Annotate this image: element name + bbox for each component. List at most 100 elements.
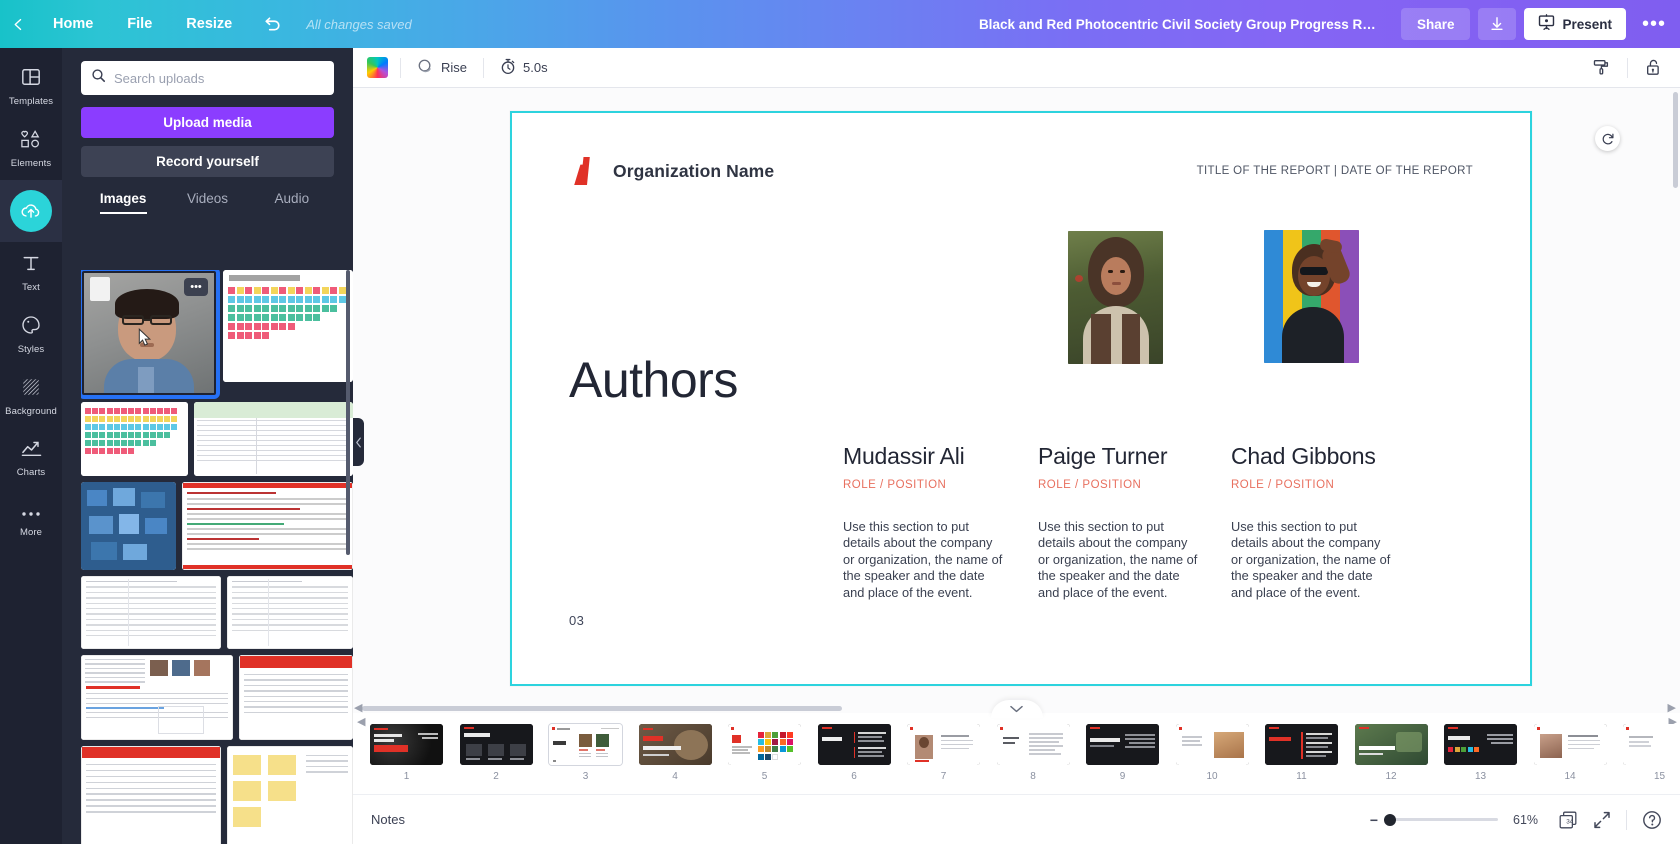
slide-thumb-image[interactable] bbox=[638, 724, 712, 765]
slide-canvas[interactable]: Organization Name TITLE OF THE REPORT | … bbox=[510, 111, 1532, 686]
canvas-horizontal-scrollbar[interactable] bbox=[362, 706, 842, 711]
upload-thumb-doc-3[interactable] bbox=[227, 576, 353, 649]
slide-thumb-image[interactable] bbox=[1175, 724, 1249, 765]
help-button[interactable] bbox=[1642, 810, 1662, 830]
download-button[interactable] bbox=[1478, 8, 1517, 40]
upload-thumb-doc-1[interactable] bbox=[194, 402, 353, 476]
lock-button[interactable] bbox=[1640, 58, 1666, 77]
uploads-row bbox=[81, 402, 353, 476]
uploads-row bbox=[81, 482, 353, 570]
sidebar-item-elements[interactable]: Elements bbox=[0, 118, 62, 180]
slide-thumb-5[interactable]: 5 bbox=[728, 724, 801, 782]
back-button[interactable] bbox=[0, 0, 36, 48]
present-button[interactable]: Present bbox=[1524, 8, 1626, 40]
tab-images[interactable]: Images bbox=[81, 191, 165, 214]
uploads-scrollbar[interactable] bbox=[346, 270, 350, 555]
slide-thumb-image[interactable] bbox=[1086, 724, 1159, 765]
sidebar-item-uploads[interactable] bbox=[0, 180, 62, 242]
zoom-out-button[interactable]: − bbox=[1370, 812, 1378, 828]
slide-thumb-image[interactable] bbox=[1265, 724, 1338, 765]
slide-thumb-13[interactable]: 13 bbox=[1444, 724, 1517, 782]
filmstrip-scroll-left[interactable]: ◀ bbox=[357, 715, 365, 728]
slide-thumb-image[interactable] bbox=[1623, 724, 1680, 765]
upload-thumb-redhead[interactable] bbox=[239, 655, 353, 740]
canvas-area[interactable]: Organization Name TITLE OF THE REPORT | … bbox=[353, 88, 1680, 714]
grid-view-button[interactable]: 34 bbox=[1558, 810, 1578, 830]
slide-thumb-image[interactable] bbox=[728, 724, 801, 765]
upload-thumb-redhead-2[interactable] bbox=[81, 746, 221, 844]
sidebar-label-templates: Templates bbox=[8, 96, 54, 107]
author-photo-2[interactable] bbox=[1068, 231, 1163, 364]
slide-thumb-image[interactable] bbox=[459, 724, 533, 765]
share-button[interactable]: Share bbox=[1400, 8, 1471, 40]
slide-thumb-3[interactable]: 3 bbox=[549, 724, 622, 782]
undo-button[interactable] bbox=[249, 0, 296, 48]
slide-thumb-10[interactable]: 10 bbox=[1175, 724, 1249, 782]
author-card-1[interactable]: Mudassir Ali ROLE / POSITION Use this se… bbox=[843, 443, 1018, 601]
slide-thumb-image[interactable] bbox=[907, 724, 980, 765]
sidebar-item-charts[interactable]: Charts bbox=[0, 428, 62, 490]
rainbow-color-swatch[interactable] bbox=[367, 57, 388, 78]
slide-thumb-1[interactable]: 1 bbox=[370, 724, 443, 782]
file-menu[interactable]: File bbox=[110, 0, 169, 48]
slide-thumb-8[interactable]: 8 bbox=[996, 724, 1070, 782]
tab-audio[interactable]: Audio bbox=[250, 191, 334, 214]
author-card-2[interactable]: Paige Turner ROLE / POSITION Use this se… bbox=[1038, 443, 1213, 601]
slide-thumb-image[interactable] bbox=[1533, 724, 1607, 765]
slide-thumb-image[interactable] bbox=[996, 724, 1070, 765]
upload-thumb-periodic-1[interactable] bbox=[223, 270, 353, 382]
author-photo-3[interactable] bbox=[1264, 230, 1359, 363]
upload-thumb-mixed[interactable] bbox=[81, 655, 233, 740]
slide-thumb-image[interactable] bbox=[1354, 724, 1428, 765]
upload-thumb-doc-2[interactable] bbox=[81, 576, 221, 649]
sidebar-item-background[interactable]: Background bbox=[0, 366, 62, 428]
slide-thumb-14[interactable]: 14 bbox=[1533, 724, 1607, 782]
upload-thumb-periodic-2[interactable] bbox=[81, 402, 188, 476]
upload-thumb-selected[interactable]: ••• bbox=[81, 270, 220, 399]
slide-thumb-7[interactable]: 7 bbox=[907, 724, 980, 782]
duration-button[interactable]: 5.0s bbox=[496, 58, 552, 78]
record-yourself-button[interactable]: Record yourself bbox=[81, 146, 334, 177]
slide-thumb-11[interactable]: 11 bbox=[1265, 724, 1338, 782]
author-card-3[interactable]: Chad Gibbons ROLE / POSITION Use this se… bbox=[1231, 443, 1406, 601]
slide-number: 1 bbox=[403, 771, 410, 782]
tab-videos[interactable]: Videos bbox=[165, 191, 249, 214]
sidebar-item-text[interactable]: Text bbox=[0, 242, 62, 304]
sidebar-item-templates[interactable]: Templates bbox=[0, 56, 62, 118]
slide-thumb-image[interactable] bbox=[817, 724, 891, 765]
fullscreen-button[interactable] bbox=[1593, 811, 1611, 829]
paint-roller-button[interactable] bbox=[1588, 58, 1615, 77]
home-menu[interactable]: Home bbox=[36, 0, 110, 48]
more-options-button[interactable]: ••• bbox=[1634, 4, 1674, 44]
upload-media-button[interactable]: Upload media bbox=[81, 107, 334, 138]
filmstrip-collapse-button[interactable] bbox=[990, 700, 1043, 718]
search-uploads-field[interactable] bbox=[81, 61, 334, 95]
slide-thumb-2[interactable]: 2 bbox=[459, 724, 533, 782]
slide-thumb-12[interactable]: 12 bbox=[1354, 724, 1428, 782]
sidebar-item-more[interactable]: More bbox=[0, 490, 62, 552]
canvas-vertical-scrollbar[interactable] bbox=[1673, 92, 1678, 188]
notes-button[interactable]: Notes bbox=[371, 812, 405, 827]
zoom-slider[interactable]: − bbox=[1370, 812, 1498, 828]
upload-thumb-yellow-notes[interactable] bbox=[227, 746, 353, 844]
rotate-handle[interactable] bbox=[1595, 126, 1620, 151]
collapse-panel-button[interactable] bbox=[353, 418, 364, 466]
upload-thumb-redtable[interactable] bbox=[182, 482, 353, 570]
zoom-knob[interactable] bbox=[1384, 813, 1396, 826]
slide-thumb-image-current[interactable] bbox=[549, 724, 622, 765]
upload-thumb-sticky-notes[interactable] bbox=[81, 482, 176, 570]
search-input[interactable] bbox=[114, 70, 324, 86]
uploads-grid: ••• bbox=[81, 270, 353, 844]
sidebar-item-styles[interactable]: Styles bbox=[0, 304, 62, 366]
slide-number: 11 bbox=[1296, 771, 1307, 782]
slide-thumb-6[interactable]: 6 bbox=[817, 724, 891, 782]
slide-thumb-15[interactable]: 15 bbox=[1623, 724, 1680, 782]
slide-thumb-4[interactable]: 4 bbox=[638, 724, 712, 782]
document-title[interactable]: Black and Red Photocentric Civil Society… bbox=[979, 17, 1379, 32]
zoom-track[interactable] bbox=[1384, 813, 1498, 826]
animate-button[interactable]: Rise bbox=[413, 58, 471, 78]
slide-thumb-9[interactable]: 9 bbox=[1086, 724, 1159, 782]
resize-button[interactable]: Resize bbox=[169, 0, 249, 48]
slide-thumb-image[interactable] bbox=[1444, 724, 1517, 765]
slide-thumb-image[interactable] bbox=[370, 724, 443, 765]
